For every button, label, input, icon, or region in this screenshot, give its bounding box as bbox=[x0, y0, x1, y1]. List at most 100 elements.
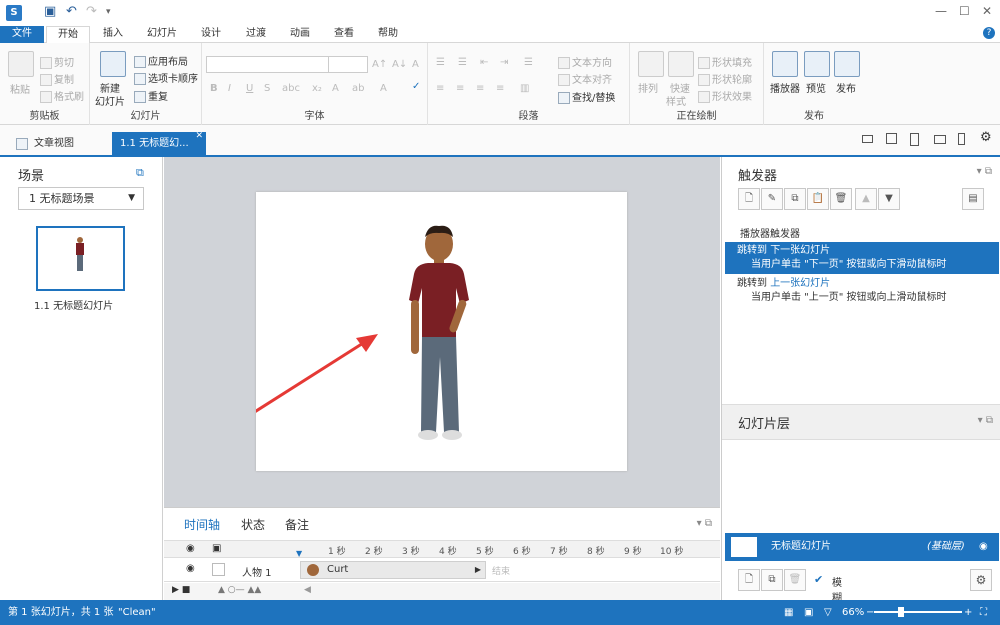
shrink-font-icon[interactable]: A↓ bbox=[392, 59, 407, 70]
paste-trigger-icon[interactable]: 📋 bbox=[807, 188, 829, 210]
tab-slide[interactable]: 1.1 无标题幻... ✕ bbox=[112, 131, 206, 157]
row-visibility-icon[interactable]: ◉ bbox=[186, 563, 195, 574]
playhead-icon[interactable]: ▼ bbox=[296, 549, 302, 558]
edit-trigger-icon[interactable]: ✎ bbox=[761, 188, 783, 210]
fit-window-icon[interactable]: ⛶ bbox=[980, 600, 987, 625]
settings-gear-icon[interactable]: ⚙ bbox=[980, 130, 992, 145]
timeline-row[interactable]: ◉ 人物 1 Curt ▶ 结束 bbox=[164, 558, 720, 582]
delete-layer-icon[interactable]: 🗑 bbox=[784, 569, 806, 591]
duplicate-layer-icon[interactable]: ⧉ bbox=[761, 569, 783, 591]
phone-landscape-icon[interactable] bbox=[934, 135, 946, 144]
zoom-slider-handle[interactable] bbox=[898, 607, 904, 617]
tab-story-view[interactable]: 文章视图 bbox=[8, 132, 74, 157]
slide-canvas[interactable] bbox=[211, 192, 627, 471]
minimize-icon[interactable]: — bbox=[935, 4, 947, 18]
zoom-in-icon[interactable]: + bbox=[964, 600, 972, 625]
quick-styles-button-label2[interactable]: 样式 bbox=[666, 93, 686, 108]
highlight-icon[interactable]: A bbox=[332, 83, 339, 94]
move-up-icon[interactable]: ▲ bbox=[855, 188, 877, 210]
base-layer-item[interactable]: 无标题幻灯片 (基础层) ◉ bbox=[725, 533, 999, 561]
play-icon[interactable]: ▶ ■ bbox=[172, 585, 190, 595]
zoom-slider[interactable] bbox=[874, 611, 962, 613]
format-painter-button[interactable]: 格式刷 bbox=[40, 88, 84, 103]
tablet-portrait-icon[interactable] bbox=[910, 133, 919, 146]
maximize-icon[interactable]: ☐ bbox=[959, 4, 970, 18]
lock-icon[interactable]: ▣ bbox=[212, 543, 221, 554]
outdent-icon[interactable]: ⇤ bbox=[480, 57, 488, 68]
numbering-icon[interactable]: ☰ bbox=[458, 57, 467, 68]
move-down-icon[interactable]: ▼ bbox=[878, 188, 900, 210]
publish-button[interactable]: 发布 bbox=[836, 80, 856, 95]
row-lock-checkbox[interactable] bbox=[212, 563, 225, 576]
line-spacing-icon[interactable]: ☰ bbox=[524, 57, 533, 68]
tab-timeline[interactable]: 时间轴 bbox=[184, 516, 220, 533]
underline-icon[interactable]: U bbox=[246, 83, 253, 94]
italic-icon[interactable]: I bbox=[228, 83, 231, 94]
tablet-landscape-icon[interactable] bbox=[886, 133, 897, 144]
strikethrough-icon[interactable]: S bbox=[264, 83, 270, 94]
tab-animations[interactable]: 动画 bbox=[280, 26, 320, 43]
tab-slides[interactable]: 幻灯片 bbox=[140, 26, 184, 43]
copy-trigger-icon[interactable]: ⧉ bbox=[784, 188, 806, 210]
tab-notes[interactable]: 备注 bbox=[285, 516, 309, 533]
timeline-zoom-slider[interactable]: ▲ ○— ▲▲ bbox=[218, 585, 261, 595]
bullets-icon[interactable]: ☰ bbox=[436, 57, 445, 68]
shape-outline-button[interactable]: 形状轮廓 bbox=[698, 71, 752, 86]
columns-icon[interactable]: ▥ bbox=[520, 83, 529, 94]
scene-select[interactable]: 1 无标题场景 ▼ bbox=[18, 187, 144, 210]
file-menu[interactable]: 文件 bbox=[0, 26, 44, 43]
normal-view-icon[interactable]: ▦ bbox=[784, 600, 793, 625]
arrange-button[interactable]: 排列 bbox=[638, 80, 658, 95]
new-layer-icon[interactable]: 🗋 bbox=[738, 569, 760, 591]
undo-icon[interactable]: ↶ bbox=[66, 4, 77, 19]
font-family-select[interactable] bbox=[206, 56, 330, 73]
help-icon[interactable]: ? bbox=[983, 27, 995, 39]
timeline-bar-curt[interactable]: Curt ▶ bbox=[300, 561, 486, 579]
panel-restore-icon[interactable]: ⧉ bbox=[136, 166, 144, 180]
slide-sorter-icon[interactable]: ▣ bbox=[804, 600, 813, 625]
text-effects-icon[interactable]: abc bbox=[282, 83, 300, 94]
copy-button[interactable]: 复制 bbox=[40, 71, 74, 86]
delete-trigger-icon[interactable]: 🗑 bbox=[830, 188, 852, 210]
eye-icon[interactable]: ◉ bbox=[186, 543, 195, 554]
slide-thumbnail[interactable] bbox=[36, 226, 125, 291]
align-right-icon[interactable]: ≡ bbox=[476, 83, 484, 94]
shape-fill-button[interactable]: 形状填充 bbox=[698, 54, 752, 69]
variables-icon[interactable]: ▤ bbox=[962, 188, 984, 210]
player-button[interactable]: 播放器 bbox=[770, 80, 800, 95]
paste-button[interactable]: 粘贴 bbox=[10, 81, 30, 96]
new-trigger-icon[interactable]: 🗋 bbox=[738, 188, 760, 210]
bold-icon[interactable]: B bbox=[210, 83, 218, 94]
redo-icon[interactable]: ↷ bbox=[86, 4, 97, 19]
align-left-icon[interactable]: ≡ bbox=[436, 83, 444, 94]
new-slide-button-label2[interactable]: 幻灯片 bbox=[95, 93, 125, 108]
trigger-prev-slide[interactable]: 跳转到 上一张幻灯片 当用户单击 "上一页" 按钮或向上滑动鼠标时 bbox=[725, 275, 999, 307]
char-spacing-icon[interactable]: ab bbox=[352, 83, 364, 94]
tab-transitions[interactable]: 过渡 bbox=[236, 26, 276, 43]
indent-icon[interactable]: ⇥ bbox=[500, 57, 508, 68]
find-replace-button[interactable]: 查找/替换 bbox=[558, 89, 615, 104]
save-icon[interactable]: ▣ bbox=[44, 4, 56, 19]
tab-design[interactable]: 设计 bbox=[191, 26, 231, 43]
timeline-ruler[interactable]: ◉ ▣ ▼ 1 秒 2 秒 3 秒 4 秒 5 秒 6 秒 7 秒 8 秒 9 … bbox=[164, 540, 720, 558]
subscript-icon[interactable]: x₂ bbox=[312, 83, 322, 94]
tab-help[interactable]: 帮助 bbox=[368, 26, 408, 43]
trigger-next-slide[interactable]: 跳转到 下一张幻灯片 当用户单击 "下一页" 按钮或向下滑动鼠标时 bbox=[725, 242, 999, 274]
clear-format-icon[interactable]: A bbox=[412, 59, 419, 70]
duplicate-button[interactable]: 重复 bbox=[134, 88, 168, 103]
cut-button[interactable]: 剪切 bbox=[40, 54, 74, 69]
character-curt[interactable] bbox=[409, 225, 469, 440]
layers-restore-icon[interactable]: ▾ ⧉ bbox=[978, 415, 993, 426]
text-direction-button[interactable]: 文本方向 bbox=[558, 54, 612, 69]
shape-effect-button[interactable]: 形状效果 bbox=[698, 88, 752, 103]
layer-visibility-icon[interactable]: ◉ bbox=[979, 533, 988, 561]
tab-insert[interactable]: 插入 bbox=[93, 26, 133, 43]
triggers-restore-icon[interactable]: ▾ ⧉ bbox=[977, 166, 992, 177]
scroll-left-icon[interactable]: ◀ bbox=[304, 585, 311, 595]
justify-icon[interactable]: ≡ bbox=[496, 83, 504, 94]
align-center-icon[interactable]: ≡ bbox=[456, 83, 464, 94]
close-tab-icon[interactable]: ✕ bbox=[195, 124, 203, 148]
timeline-restore-icon[interactable]: ▾ ⧉ bbox=[697, 518, 712, 529]
preview-button[interactable]: 预览 bbox=[806, 80, 826, 95]
prev-slide-link[interactable]: 上一张幻灯片 bbox=[770, 278, 830, 289]
